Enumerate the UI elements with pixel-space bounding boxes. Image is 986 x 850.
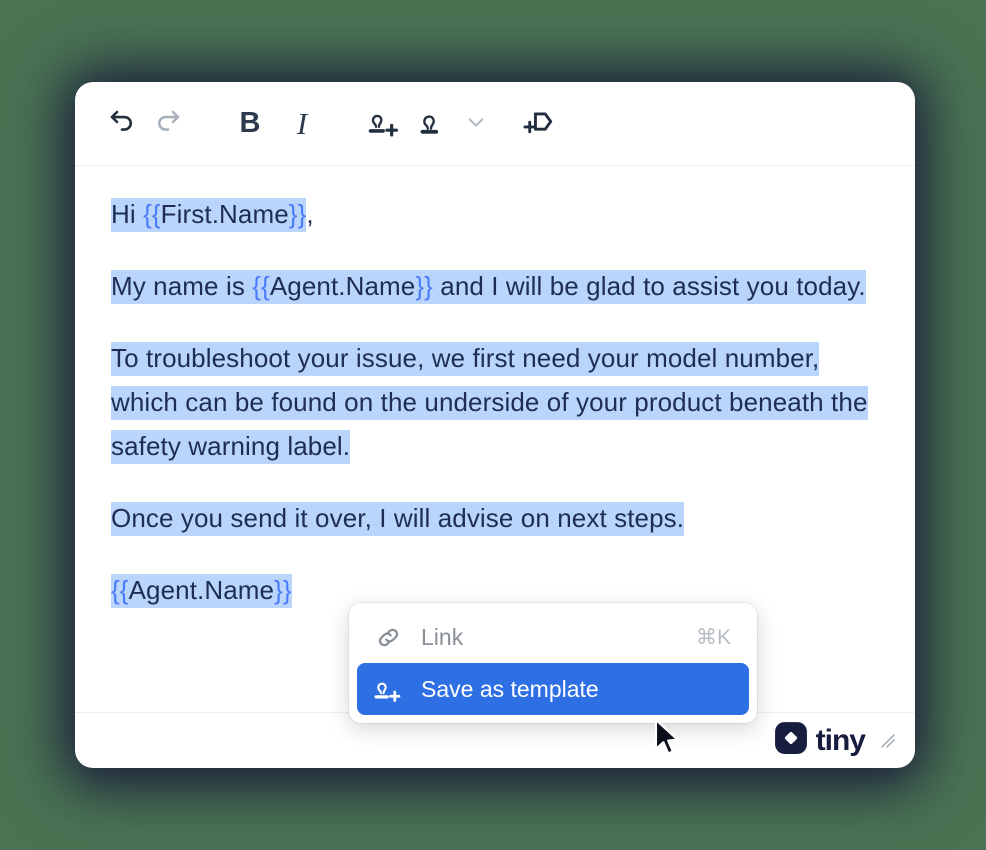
redo-icon	[153, 107, 183, 140]
merge-field-close-brace: }}	[274, 575, 292, 605]
text-run: My name is	[111, 271, 253, 301]
undo-button[interactable]	[99, 101, 145, 147]
text-run: Hi	[111, 199, 144, 229]
context-menu-item-link[interactable]: Link ⌘K	[357, 611, 749, 663]
context-menu: Link ⌘K Save as template	[349, 603, 757, 723]
merge-field-close-brace: }}	[415, 271, 433, 301]
italic-button[interactable]: I	[279, 101, 325, 147]
selected-run: Hi {{First.Name}}	[111, 198, 307, 232]
bold-icon: B	[239, 107, 261, 139]
selected-run: Once you send it over, I will advise on …	[111, 502, 685, 536]
tiny-logo: tiny	[774, 721, 866, 760]
context-menu-item-save-as-template[interactable]: Save as template	[357, 663, 749, 715]
paragraph-closing[interactable]: Once you send it over, I will advise on …	[111, 496, 879, 540]
bold-button[interactable]: B	[227, 101, 273, 147]
merge-field-close-brace: }}	[288, 199, 307, 229]
merge-field-open-brace: {{	[252, 271, 270, 301]
tiny-wordmark: tiny	[815, 723, 866, 757]
merge-field-name: First.Name	[160, 199, 289, 229]
stamp-icon	[419, 105, 453, 142]
merge-field-name: Agent.Name	[128, 575, 275, 605]
redo-button[interactable]	[145, 101, 191, 147]
merge-field-open-brace: {{	[111, 575, 129, 605]
chevron-down-icon	[465, 111, 487, 136]
editor-toolbar: B I	[75, 82, 915, 166]
context-menu-item-label: Link	[421, 623, 464, 650]
insert-template-button[interactable]	[413, 101, 459, 147]
text-run-tail: ,	[306, 199, 314, 229]
resize-handle[interactable]	[879, 732, 897, 750]
merge-field-open-brace: {{	[143, 199, 161, 229]
link-icon	[373, 624, 403, 651]
selected-run: To troubleshoot your issue, we first nee…	[111, 342, 868, 464]
paragraph-troubleshoot[interactable]: To troubleshoot your issue, we first nee…	[111, 336, 879, 468]
paragraph-intro[interactable]: My name is {{Agent.Name}} and I will be …	[111, 264, 879, 308]
paragraph-greeting[interactable]: Hi {{First.Name}},	[111, 192, 879, 236]
tag-plus-icon	[521, 105, 555, 142]
selected-run: My name is {{Agent.Name}} and I will be …	[111, 270, 866, 304]
context-menu-item-label: Save as template	[421, 675, 599, 702]
merge-field-name: Agent.Name	[269, 271, 416, 301]
selected-run: {{Agent.Name}}	[111, 574, 292, 608]
undo-icon	[107, 107, 137, 140]
template-options-button[interactable]	[459, 101, 493, 147]
screenshot-stage: B I Hi {{First.Name}}, My name is {{Agen…	[0, 0, 986, 850]
tiny-mark-icon	[774, 721, 808, 760]
stamp-plus-icon	[367, 105, 401, 142]
stamp-plus-icon	[373, 674, 403, 704]
save-as-template-button[interactable]	[361, 101, 407, 147]
italic-icon: I	[296, 106, 308, 141]
context-menu-item-shortcut: ⌘K	[695, 625, 731, 649]
text-run-tail: and I will be glad to assist you today.	[432, 271, 866, 301]
insert-merge-tag-button[interactable]	[515, 101, 561, 147]
